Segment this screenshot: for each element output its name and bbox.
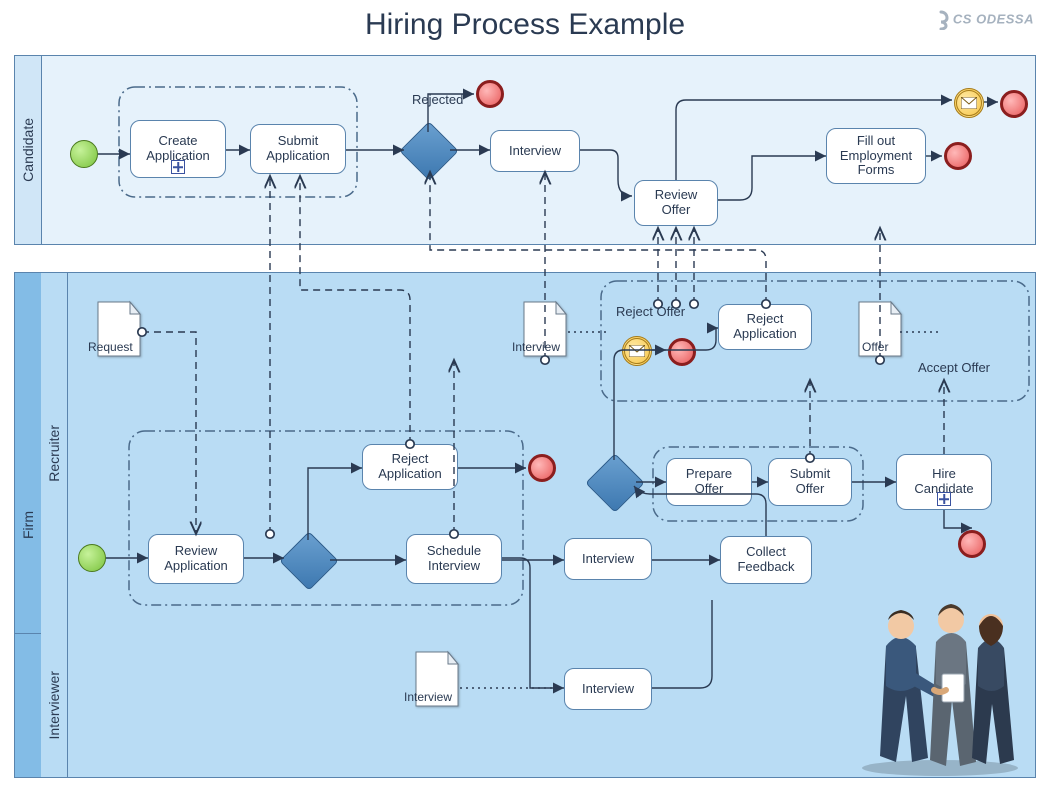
lane-header-recruiter: Recruiter [41, 273, 68, 633]
lane-header-interviewer: Interviewer [41, 633, 68, 777]
label-reject-offer: Reject Offer [616, 304, 685, 319]
task-create-application: Create Application [130, 120, 226, 178]
pool-header-firm: Firm [15, 273, 42, 777]
end-event-icon [476, 80, 504, 108]
group-recruiter-offer-top [600, 280, 1030, 402]
label-rejected: Rejected [412, 92, 463, 107]
end-event-icon [528, 454, 556, 482]
diagram-title: Hiring Process Example [0, 8, 1050, 42]
label-accept-offer: Accept Offer [918, 360, 990, 375]
pool-header-candidate: Candidate [15, 56, 42, 244]
task-interview-candidate: Interview [490, 130, 580, 172]
end-event-icon [944, 142, 972, 170]
task-hire-candidate: Hire Candidate [896, 454, 992, 510]
subprocess-marker-icon [937, 492, 951, 506]
people-illustration [850, 576, 1030, 776]
task-submit-offer: Submit Offer [768, 458, 852, 506]
end-event-icon [1000, 90, 1028, 118]
start-event-icon [70, 140, 98, 168]
message-event-icon [954, 88, 984, 118]
document-label: Interview [404, 690, 452, 704]
document-label: Request [88, 340, 133, 354]
task-interview-interviewer: Interview [564, 668, 652, 710]
task-review-offer: Review Offer [634, 180, 718, 226]
task-collect-feedback: Collect Feedback [720, 536, 812, 584]
task-interview-recruiter: Interview [564, 538, 652, 580]
brand-logo: CS ODESSA [931, 10, 1034, 30]
task-submit-application: Submit Application [250, 124, 346, 174]
task-review-application: Review Application [148, 534, 244, 584]
end-event-icon [668, 338, 696, 366]
message-event-icon [622, 336, 652, 366]
task-fill-forms: Fill out Employment Forms [826, 128, 926, 184]
task-reject-application-recruiter: Reject Application [362, 444, 458, 490]
task-reject-application-top: Reject Application [718, 304, 812, 350]
start-event-icon [78, 544, 106, 572]
document-label: Offer [862, 340, 888, 354]
document-label: Interview [512, 340, 560, 354]
task-schedule-interview: Schedule Interview [406, 534, 502, 584]
end-event-icon [958, 530, 986, 558]
subprocess-marker-icon [171, 160, 185, 174]
task-prepare-offer: Prepare Offer [666, 458, 752, 506]
